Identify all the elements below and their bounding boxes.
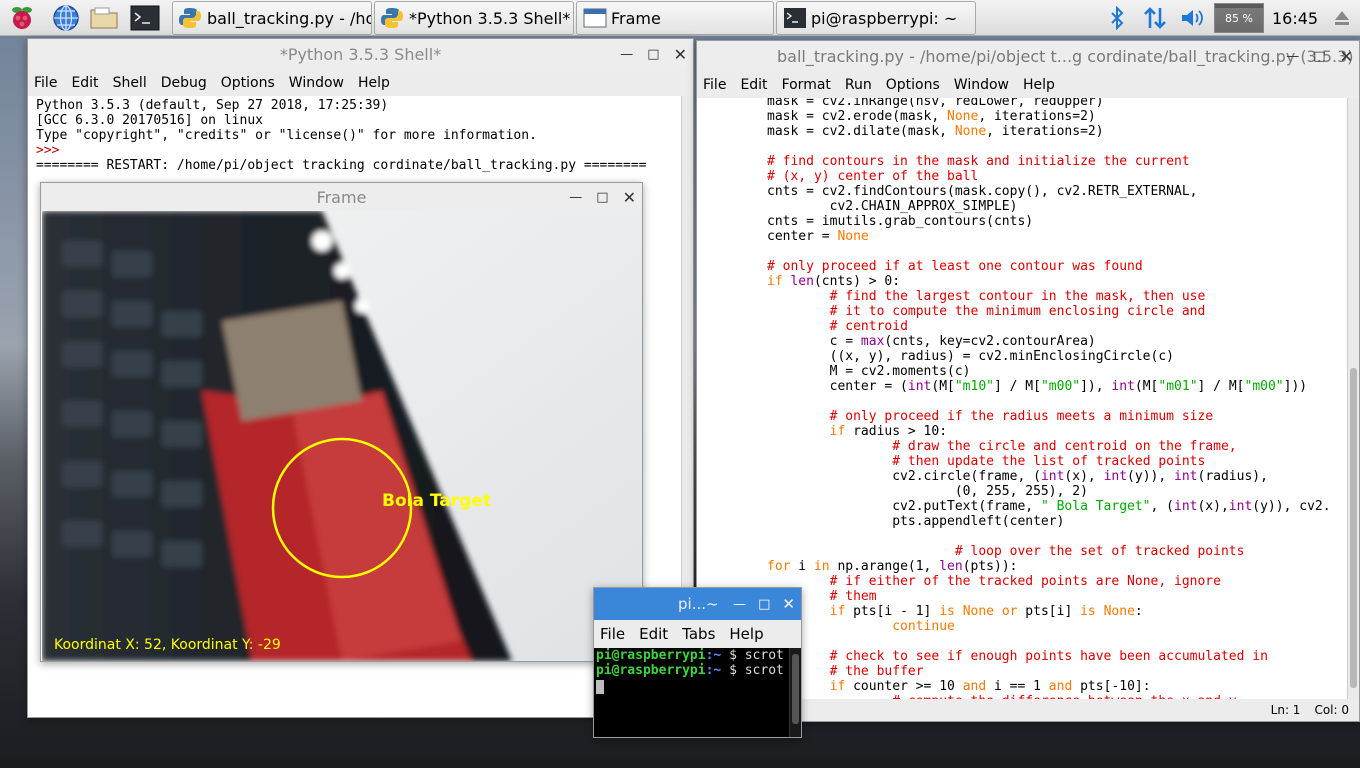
menu-help[interactable]: Help: [1023, 77, 1055, 93]
close-icon[interactable]: ✕: [782, 595, 795, 613]
menu-debug[interactable]: Debug: [161, 75, 207, 91]
scrollbar-thumb[interactable]: [1350, 368, 1357, 688]
menu-file[interactable]: File: [600, 625, 625, 643]
menu-help[interactable]: Help: [358, 75, 390, 91]
camera-image: [42, 211, 642, 661]
shell-restart-line: ======== RESTART: /home/pi/object tracki…: [36, 158, 647, 173]
menu-options[interactable]: Options: [221, 75, 275, 91]
editor-menubar: File Edit Format Run Options Window Help: [697, 71, 1359, 98]
shell-menubar: File Edit Shell Debug Options Window Hel…: [28, 69, 693, 96]
editor-titlebar[interactable]: ball_tracking.py - /home/pi/object t...g…: [697, 41, 1359, 71]
menu-help[interactable]: Help: [729, 625, 763, 643]
web-browser-icon[interactable]: [50, 3, 82, 33]
status-column: Col: 0: [1314, 703, 1349, 717]
menu-run[interactable]: Run: [845, 77, 872, 93]
bluetooth-icon[interactable]: [1104, 2, 1130, 34]
python-icon: [381, 7, 403, 29]
target-label: Bola Target: [382, 491, 491, 511]
volume-icon[interactable]: [1178, 2, 1208, 34]
task-frame[interactable]: Frame: [576, 1, 774, 35]
scrollbar-thumb[interactable]: [792, 654, 799, 724]
network-icon[interactable]: [1140, 2, 1170, 34]
prompt-command: $ scrot: [729, 648, 784, 663]
minimize-icon[interactable]: —: [733, 597, 746, 612]
minimize-icon[interactable]: —: [1286, 49, 1299, 64]
terminal-line: pi@raspberrypi:~ $ scrot: [596, 648, 787, 663]
cpu-usage-text: 85 %: [1225, 11, 1253, 25]
status-line: Ln: 1: [1270, 703, 1301, 717]
frame-window: Frame — □ ✕ Bola Target Koordinat X: 52,…: [40, 182, 643, 662]
frame-titlebar[interactable]: Frame — □ ✕: [41, 183, 642, 211]
python-icon: [179, 7, 201, 29]
raspberry-menu-icon[interactable]: [6, 3, 38, 33]
prompt-path: :~: [705, 648, 722, 663]
maximize-icon[interactable]: □: [596, 190, 608, 205]
window-title: ball_tracking.py - /home/pi/object t...g…: [777, 46, 1354, 66]
file-manager-icon[interactable]: [88, 3, 120, 33]
window-title: *Python 3.5.3 Shell*: [279, 44, 442, 64]
terminal-scrollbar[interactable]: [789, 648, 801, 737]
camera-frame: Bola Target Koordinat X: 52, Koordinat Y…: [42, 211, 642, 661]
task-terminal[interactable]: pi@raspberrypi: ~: [776, 1, 976, 35]
menu-file[interactable]: File: [703, 77, 726, 93]
terminal-line: pi@raspberrypi:~ $ scrot: [596, 663, 787, 678]
maximize-icon[interactable]: □: [758, 597, 770, 612]
terminal-icon: [783, 7, 806, 29]
menu-edit[interactable]: Edit: [639, 625, 668, 643]
terminal-menubar: File Edit Tabs Help: [594, 620, 801, 648]
window-title: Frame: [316, 187, 367, 207]
taskbar: ball_tracking.py - /ho... *Python 3.5.3 …: [0, 0, 1360, 36]
prompt-command: $ scrot: [729, 663, 784, 678]
coordinate-readout: Koordinat X: 52, Koordinat Y: -29: [54, 637, 281, 653]
menu-edit[interactable]: Edit: [740, 77, 767, 93]
shell-line: Python 3.5.3 (default, Sep 27 2018, 17:2…: [36, 98, 389, 113]
window-title: pi...~: [678, 595, 719, 613]
close-icon[interactable]: ✕: [1340, 47, 1353, 66]
shell-line: [GCC 6.3.0 20170516] on linux: [36, 113, 263, 128]
menu-options[interactable]: Options: [886, 77, 940, 93]
terminal-launcher-icon[interactable]: [129, 3, 161, 33]
shell-titlebar[interactable]: *Python 3.5.3 Shell* — □ ✕: [28, 39, 693, 69]
terminal-titlebar[interactable]: pi...~ — □ ✕: [594, 588, 801, 620]
terminal-output[interactable]: pi@raspberrypi:~ $ scrot pi@raspberrypi:…: [594, 648, 789, 737]
menu-window[interactable]: Window: [289, 75, 344, 91]
task-label: pi@raspberrypi: ~: [811, 8, 958, 28]
menu-window[interactable]: Window: [954, 77, 1009, 93]
terminal-window: pi...~ — □ ✕ File Edit Tabs Help pi@rasp…: [593, 587, 802, 738]
task-label: *Python 3.5.3 Shell*: [409, 8, 571, 28]
menu-format[interactable]: Format: [782, 77, 831, 93]
window-icon: [583, 7, 607, 29]
prompt-path: :~: [705, 663, 722, 678]
minimize-icon[interactable]: —: [620, 47, 633, 62]
menu-edit[interactable]: Edit: [71, 75, 98, 91]
minimize-icon[interactable]: —: [569, 190, 582, 205]
shell-prompt: >>>: [36, 143, 60, 158]
maximize-icon[interactable]: □: [647, 47, 659, 62]
eject-icon[interactable]: [1330, 2, 1354, 34]
task-ball-tracking[interactable]: ball_tracking.py - /ho...: [172, 1, 372, 35]
maximize-icon[interactable]: □: [1313, 49, 1325, 64]
task-python-shell[interactable]: *Python 3.5.3 Shell*: [374, 1, 574, 35]
menu-file[interactable]: File: [34, 75, 57, 91]
cpu-monitor: 85 %: [1214, 2, 1264, 34]
prompt-user: pi@raspberrypi: [596, 663, 706, 678]
clock[interactable]: 16:45: [1272, 2, 1318, 34]
menu-shell[interactable]: Shell: [113, 75, 147, 91]
task-label: ball_tracking.py - /ho...: [207, 8, 372, 28]
code-text: mask = cv2.inRange(hsv, redLower, redUpp…: [767, 98, 1331, 699]
prompt-user: pi@raspberrypi: [596, 648, 706, 663]
close-icon[interactable]: ✕: [623, 188, 636, 207]
close-icon[interactable]: ✕: [674, 45, 687, 64]
task-label: Frame: [611, 8, 661, 28]
shell-line: Type "copyright", "credits" or "license(…: [36, 128, 537, 143]
terminal-cursor: [596, 680, 604, 694]
editor-scrollbar[interactable]: [1347, 98, 1359, 699]
menu-tabs[interactable]: Tabs: [682, 625, 715, 643]
